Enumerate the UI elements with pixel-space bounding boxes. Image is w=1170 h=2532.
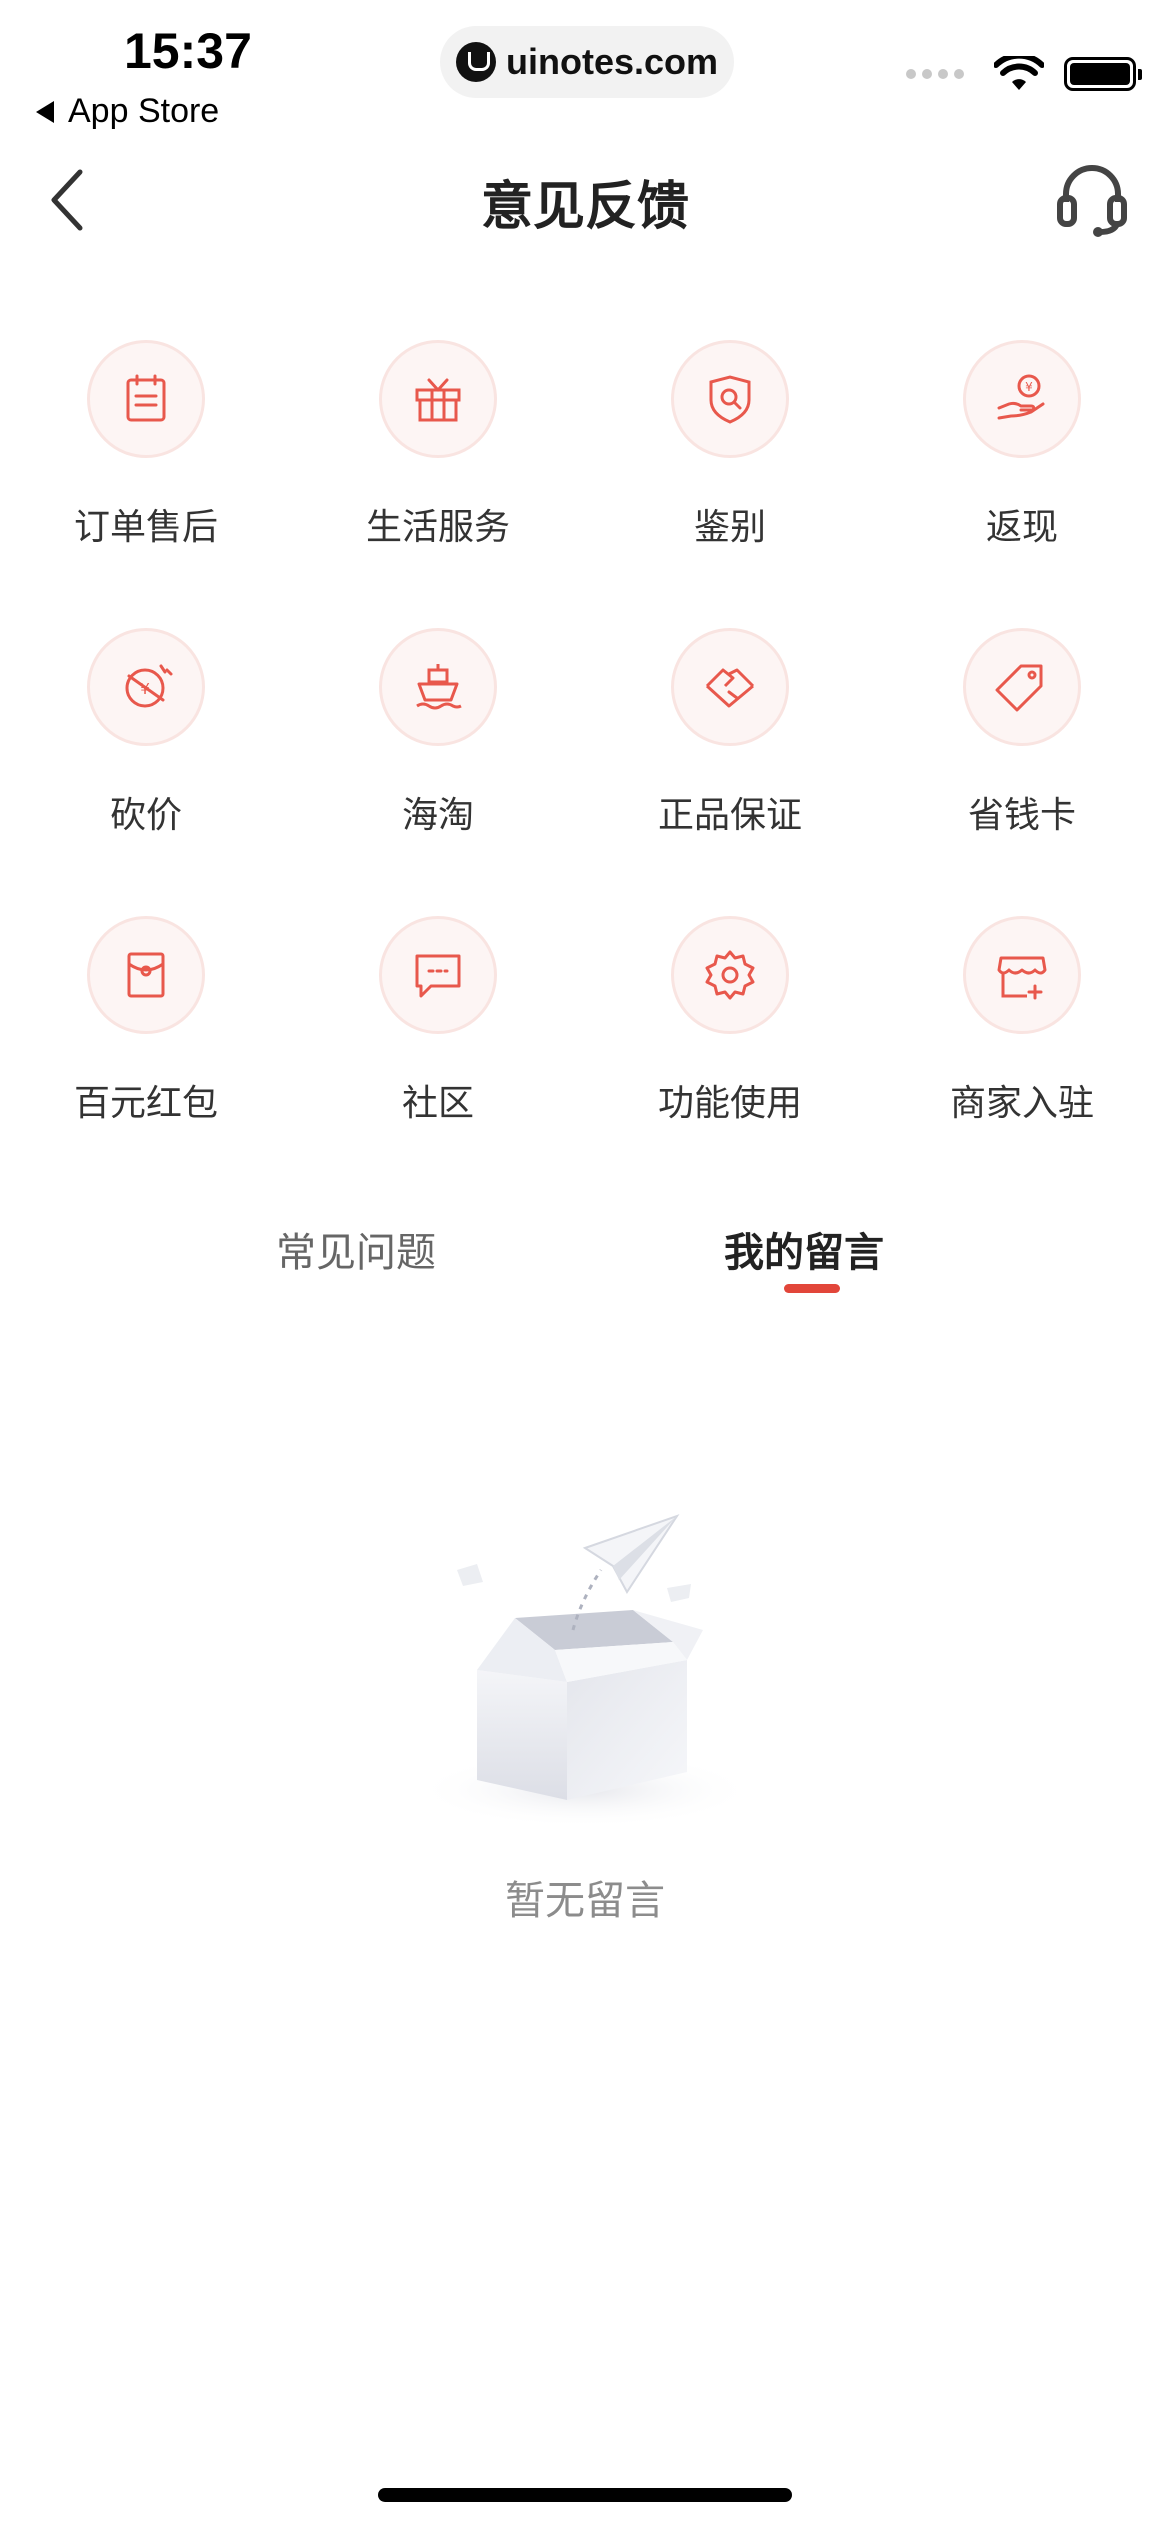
- gift-icon: [415, 378, 461, 422]
- category-order-aftersales[interactable]: 订单售后: [0, 340, 292, 560]
- category-label: 商家入驻: [949, 1083, 1094, 1124]
- category-label: 鉴别: [693, 507, 766, 548]
- category-label: 砍价: [109, 795, 182, 836]
- empty-state-text: 暂无留言: [505, 1878, 665, 1924]
- url-pill[interactable]: uinotes.com: [440, 26, 734, 98]
- category-feature-usage[interactable]: 功能使用: [584, 916, 876, 1136]
- chat-icon: [415, 954, 461, 998]
- category-bargain[interactable]: ¥ 砍价: [0, 628, 292, 848]
- category-label: 订单售后: [73, 507, 218, 548]
- category-label: 生活服务: [365, 507, 510, 548]
- status-bar: 15:37 App Store uinotes.com: [0, 0, 1170, 140]
- category-authenticate[interactable]: 鉴别: [584, 340, 876, 560]
- category-label: 正品保证: [657, 795, 802, 836]
- svg-text:¥: ¥: [1025, 380, 1033, 394]
- category-merchant-onboarding[interactable]: 商家入驻: [876, 916, 1168, 1136]
- category-genuine-guarantee[interactable]: 正品保证: [584, 628, 876, 848]
- category-label: 返现: [985, 507, 1058, 548]
- category-label: 海淘: [401, 795, 474, 836]
- back-triangle-icon: [36, 100, 54, 123]
- cellular-signal-icon: [906, 69, 970, 79]
- status-indicators: [906, 56, 1142, 92]
- cashback-icon: ¥: [997, 374, 1045, 420]
- category-label: 百元红包: [73, 1083, 218, 1124]
- back-to-app-link[interactable]: App Store: [36, 92, 219, 131]
- page-title: 意见反馈: [480, 177, 689, 237]
- tab-my-messages[interactable]: 我的留言: [724, 1220, 884, 1278]
- category-label: 省钱卡: [967, 795, 1076, 836]
- gear-icon: [705, 950, 755, 1000]
- handshake-icon: [705, 668, 755, 708]
- category-community[interactable]: 社区: [292, 916, 584, 1136]
- active-tab-indicator: [784, 1284, 840, 1293]
- svg-text:¥: ¥: [140, 680, 150, 698]
- empty-box-illustration: [415, 1514, 755, 1828]
- url-text: uinotes.com: [505, 41, 719, 82]
- category-overseas[interactable]: 海淘: [292, 628, 584, 848]
- store-icon: [997, 956, 1047, 1000]
- battery-icon: [1064, 57, 1142, 91]
- home-indicator[interactable]: [378, 2488, 792, 2502]
- ship-icon: [416, 664, 462, 710]
- back-app-label: App Store: [68, 92, 220, 130]
- bargain-icon: ¥: [125, 664, 173, 708]
- category-life-services[interactable]: 生活服务: [292, 340, 584, 560]
- status-time: 15:37: [124, 23, 252, 79]
- category-red-envelope[interactable]: 百元红包: [0, 916, 292, 1136]
- headset-icon: [1057, 165, 1127, 237]
- red-envelope-icon: [127, 952, 165, 998]
- category-label: 功能使用: [657, 1083, 802, 1124]
- category-savings-card[interactable]: 省钱卡: [876, 628, 1168, 848]
- category-cashback[interactable]: ¥ 返现: [876, 340, 1168, 560]
- authenticate-icon: [709, 375, 751, 424]
- tag-icon: [995, 664, 1043, 712]
- customer-service-button[interactable]: [1052, 158, 1132, 238]
- feedback-tabs: 常见问题 我的留言: [0, 1220, 1170, 1340]
- tab-faq[interactable]: 常见问题: [276, 1220, 436, 1278]
- category-label: 社区: [401, 1083, 474, 1124]
- wifi-icon: [994, 56, 1044, 90]
- site-logo-icon: [455, 42, 496, 82]
- order-icon: [126, 374, 166, 422]
